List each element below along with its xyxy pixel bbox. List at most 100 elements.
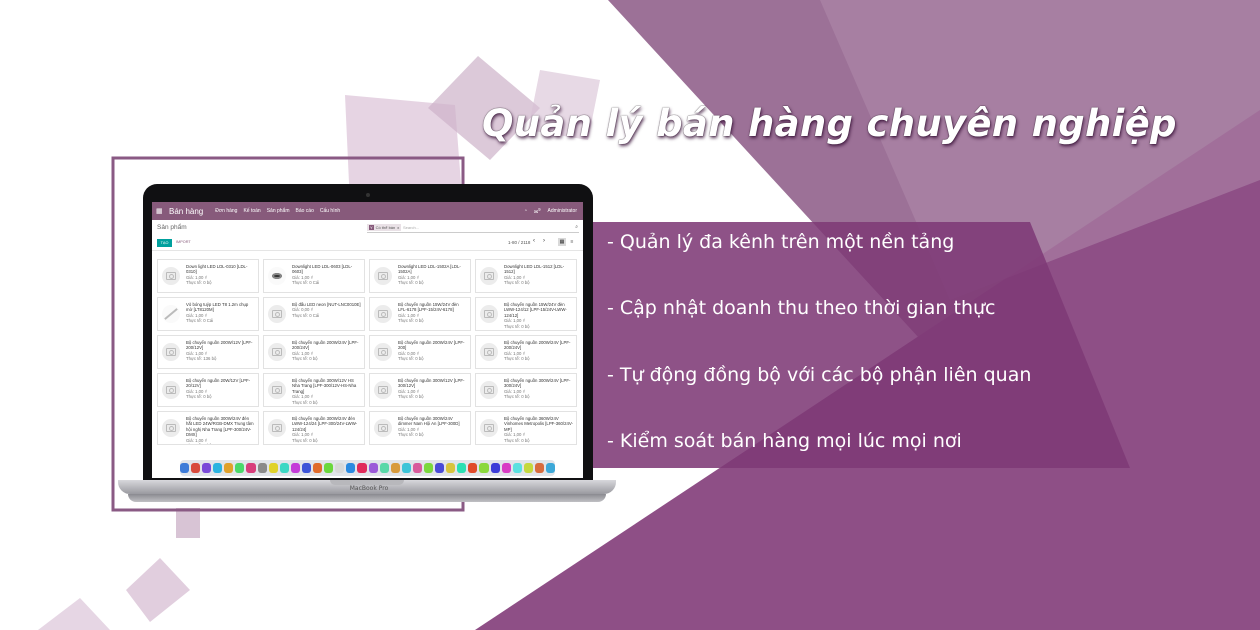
product-info: Down light LED LDL-0310 [LDL-0310] Giá: 1… xyxy=(186,264,255,286)
product-name: Bộ chuyển nguồn 200W/24V [LPF-200] xyxy=(398,340,465,351)
apps-grid-icon[interactable]: ▦ xyxy=(156,207,166,215)
product-card[interactable]: Bộ chuyển nguồn 20W/12V [LPF-20/12V] Giá:… xyxy=(157,373,259,407)
dock-app-icon[interactable] xyxy=(235,463,245,473)
dock-app-icon[interactable] xyxy=(224,463,234,473)
deco-square-5 xyxy=(38,598,110,630)
dock-app-icon[interactable] xyxy=(446,463,456,473)
product-card[interactable]: Down light LED LDL-0310 [LDL-0310] Giá: 1… xyxy=(157,259,259,293)
product-card[interactable]: Downlight LED LDL-0603 [LDL-0603] Giá: 1,… xyxy=(263,259,365,293)
dock-app-icon[interactable] xyxy=(379,463,389,473)
dock-app-icon[interactable] xyxy=(512,463,522,473)
dock-app-icon[interactable] xyxy=(390,463,400,473)
product-card[interactable]: Vỏ bóng tuýp LED T8 1.2m chụp mờ [LT8120… xyxy=(157,297,259,331)
product-stock: Thực tế: 0 bộ xyxy=(398,394,424,400)
chat-badge: 9 xyxy=(538,206,541,212)
dock-app-icon[interactable] xyxy=(412,463,422,473)
search-icon[interactable]: ⌕ xyxy=(575,224,578,230)
pager-next-icon[interactable]: › xyxy=(543,238,545,244)
product-stock: Thực tế: 0 Cái xyxy=(292,312,320,318)
dock-app-icon[interactable] xyxy=(301,463,312,473)
product-card[interactable]: Bộ chuyển nguồn 300W/24V đèn hắt LED 24W… xyxy=(157,411,259,445)
product-card[interactable]: Bộ chuyển nguồn 300W/12V [LPF-300/12V] Gi… xyxy=(369,373,471,407)
product-stock: Thực tế: 0 bộ xyxy=(398,280,424,286)
product-stock: Thực tế: 0 bộ xyxy=(504,323,530,329)
dock-app-icon[interactable] xyxy=(313,463,323,473)
activity-icon[interactable]: ◔ xyxy=(524,208,527,214)
search-facet[interactable]: Y Có thể bán x xyxy=(367,224,402,231)
product-info: Bộ chuyển nguồn 200W/12V [LPF-200/12V] Gi… xyxy=(186,340,255,362)
facet-close-icon[interactable]: x xyxy=(397,225,399,230)
menu-reports[interactable]: Báo cáo xyxy=(296,208,314,214)
product-card[interactable]: Downlight LED LDL-1512 [LDL-1512] Giá: 1,… xyxy=(475,259,577,293)
dock-app-icon[interactable] xyxy=(279,463,289,473)
product-card[interactable]: Bộ chuyển nguồn 300W/24V dimmer Nam Hội … xyxy=(369,411,471,445)
product-stock: Thực tế: 0 bộ xyxy=(398,356,424,362)
product-info: Bộ chuyển nguồn 200W/24V [LPF-200] Giá: 0… xyxy=(398,340,467,362)
dock-app-icon[interactable] xyxy=(246,463,256,473)
dock-app-icon[interactable] xyxy=(202,463,212,473)
search-box[interactable]: Y Có thể bán x Search... ⌕ xyxy=(367,224,579,233)
dock-app-icon[interactable] xyxy=(468,463,478,473)
product-card[interactable]: Bộ chuyển nguồn 15W/24V đèn LFL-6178 [LP… xyxy=(369,297,471,331)
dock-app-icon[interactable] xyxy=(457,463,467,473)
product-card[interactable]: Downlight LED LDL-1502A [LDL-1502A] Giá: … xyxy=(369,259,471,293)
product-stock: Thực tế: 0 bộ xyxy=(398,318,424,324)
dock-app-icon[interactable] xyxy=(368,463,378,473)
product-card[interactable]: Bộ chuyển nguồn 200W/12V [LPF-200/12V] Gi… xyxy=(157,335,259,369)
dock-app-icon[interactable] xyxy=(546,463,556,473)
product-name: Downlight LED LDL-1502A [LDL-1502A] xyxy=(398,264,461,275)
product-card[interactable]: Bộ đấu LED neon [NUT-LNC0010E] Giá: 0,00 … xyxy=(263,297,365,331)
dock-app-icon[interactable] xyxy=(423,463,434,473)
dock-app-icon[interactable] xyxy=(257,463,267,473)
dock-app-icon[interactable] xyxy=(335,463,345,473)
camera-icon xyxy=(162,343,180,361)
dock-app-icon[interactable] xyxy=(268,463,278,473)
menu-orders[interactable]: Đơn hàng xyxy=(215,208,237,214)
dock-app-icon[interactable] xyxy=(479,463,489,473)
dock-app-icon[interactable] xyxy=(179,463,189,473)
pager-prev-icon[interactable]: ‹ xyxy=(533,238,535,244)
product-info: Bộ chuyển nguồn 360W/24V Vinhomes Metrop… xyxy=(504,416,573,443)
product-card[interactable]: Bộ chuyển nguồn 15W/24V đèn LWW-124/12 [… xyxy=(475,297,577,331)
dock-app-icon[interactable] xyxy=(213,463,223,473)
app-title[interactable]: Bán hàng xyxy=(169,207,203,216)
search-placeholder[interactable]: Search... xyxy=(403,225,419,230)
product-card[interactable]: Bộ chuyển nguồn 200W/24V [LPF-200/24V] Gi… xyxy=(475,335,577,369)
list-view-icon[interactable]: ≡ xyxy=(568,238,576,246)
product-card[interactable]: Bộ chuyển nguồn 300W/12V HS Nha Trang [L… xyxy=(263,373,365,407)
dock-app-icon[interactable] xyxy=(534,463,544,473)
dock-app-icon[interactable] xyxy=(401,463,411,473)
product-card[interactable]: Bộ chuyển nguồn 300W/24V đèn LWW-124/24 … xyxy=(263,411,365,445)
dock-app-icon[interactable] xyxy=(346,463,356,473)
pager-value[interactable]: 1-80 / 2118 xyxy=(508,240,530,245)
menu-configuration[interactable]: Cấu hình xyxy=(320,208,340,214)
breadcrumb[interactable]: Sản phẩm xyxy=(157,224,187,231)
dock-app-icon[interactable] xyxy=(501,463,511,473)
dock-app-icon[interactable] xyxy=(357,463,367,473)
dock-app-icon[interactable] xyxy=(523,463,533,473)
product-name: Bộ chuyển nguồn 300W/24V dimmer Nam Hội … xyxy=(398,416,460,427)
user-menu[interactable]: Administrator xyxy=(548,208,577,214)
product-card[interactable]: Bộ chuyển nguồn 200W/24V [LPF-200/24V] Gi… xyxy=(263,335,365,369)
product-name: Bộ chuyển nguồn 200W/12V [LPF-200/12V] xyxy=(186,340,253,351)
product-stock: Thực tế: 0 bộ xyxy=(504,280,530,286)
headline: Quản lý bán hàng chuyên nghiệp xyxy=(482,102,1177,145)
product-card[interactable]: Bộ chuyển nguồn 200W/24V [LPF-200] Giá: 0… xyxy=(369,335,471,369)
chat-icon[interactable]: ✉9 xyxy=(534,207,541,216)
dock-app-icon[interactable] xyxy=(324,463,334,473)
camera-icon xyxy=(480,419,498,437)
menu-products[interactable]: Sản phẩm xyxy=(267,208,290,214)
product-card[interactable]: Bộ chuyển nguồn 360W/24V Vinhomes Metrop… xyxy=(475,411,577,445)
dock-app-icon[interactable] xyxy=(290,463,300,473)
create-button[interactable]: TẠO xyxy=(157,239,172,247)
dock-app-icon[interactable] xyxy=(435,463,445,473)
product-card[interactable]: Bộ chuyển nguồn 300W/24V [LPF-300/24V] Gi… xyxy=(475,373,577,407)
kanban-view-icon[interactable]: ▦ xyxy=(558,238,566,246)
import-button[interactable]: IMPORT xyxy=(176,240,191,244)
dock-app-icon[interactable] xyxy=(490,463,500,473)
camera-icon xyxy=(374,343,392,361)
menu-accounting[interactable]: Kế toán xyxy=(243,208,260,214)
camera-icon xyxy=(374,419,392,437)
product-name: Bộ chuyển nguồn 200W/24V [LPF-200/24V] xyxy=(292,340,359,351)
dock-app-icon[interactable] xyxy=(191,463,201,473)
